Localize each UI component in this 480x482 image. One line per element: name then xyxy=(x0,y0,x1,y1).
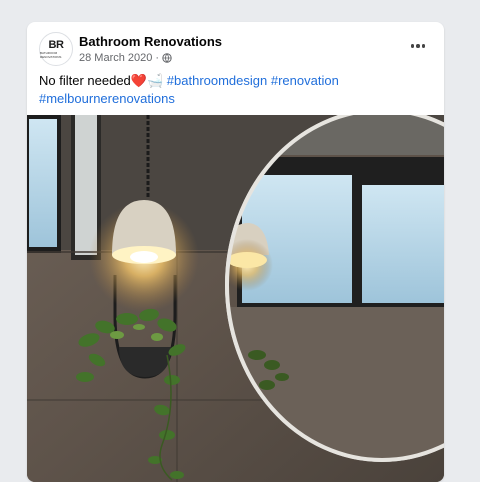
page-name-link[interactable]: Bathroom Renovations xyxy=(79,34,222,49)
globe-icon[interactable] xyxy=(162,53,172,63)
avatar-subtext: BATHROOM RENOVATIONS xyxy=(40,50,62,59)
more-options-icon xyxy=(410,44,415,48)
post-meta: 28 March 2020 · xyxy=(79,52,172,64)
caption-text: No filter needed xyxy=(39,73,131,88)
avatar-monogram: BR xyxy=(48,38,64,51)
meta-separator: · xyxy=(155,52,160,64)
post-card: BR BATHROOM RENOVATIONS Bathroom Renovat… xyxy=(27,22,444,482)
heart-emoji: ❤️ xyxy=(130,73,147,88)
page-avatar[interactable]: BR BATHROOM RENOVATIONS xyxy=(39,32,73,66)
bath-emoji: 🛁 xyxy=(146,73,164,88)
hashtag-melbournerenovations[interactable]: #melbournerenovations xyxy=(39,91,175,106)
bathroom-photo-illustration xyxy=(27,108,444,482)
post-caption: No filter needed❤️🛁 #bathroomdesign #ren… xyxy=(39,72,434,108)
hashtag-renovation[interactable]: #renovation xyxy=(271,73,339,88)
more-options-button[interactable] xyxy=(406,36,430,56)
post-photo[interactable] xyxy=(27,108,444,482)
hashtag-bathroomdesign[interactable]: #bathroomdesign xyxy=(167,73,267,88)
post-date[interactable]: 28 March 2020 xyxy=(79,52,152,64)
